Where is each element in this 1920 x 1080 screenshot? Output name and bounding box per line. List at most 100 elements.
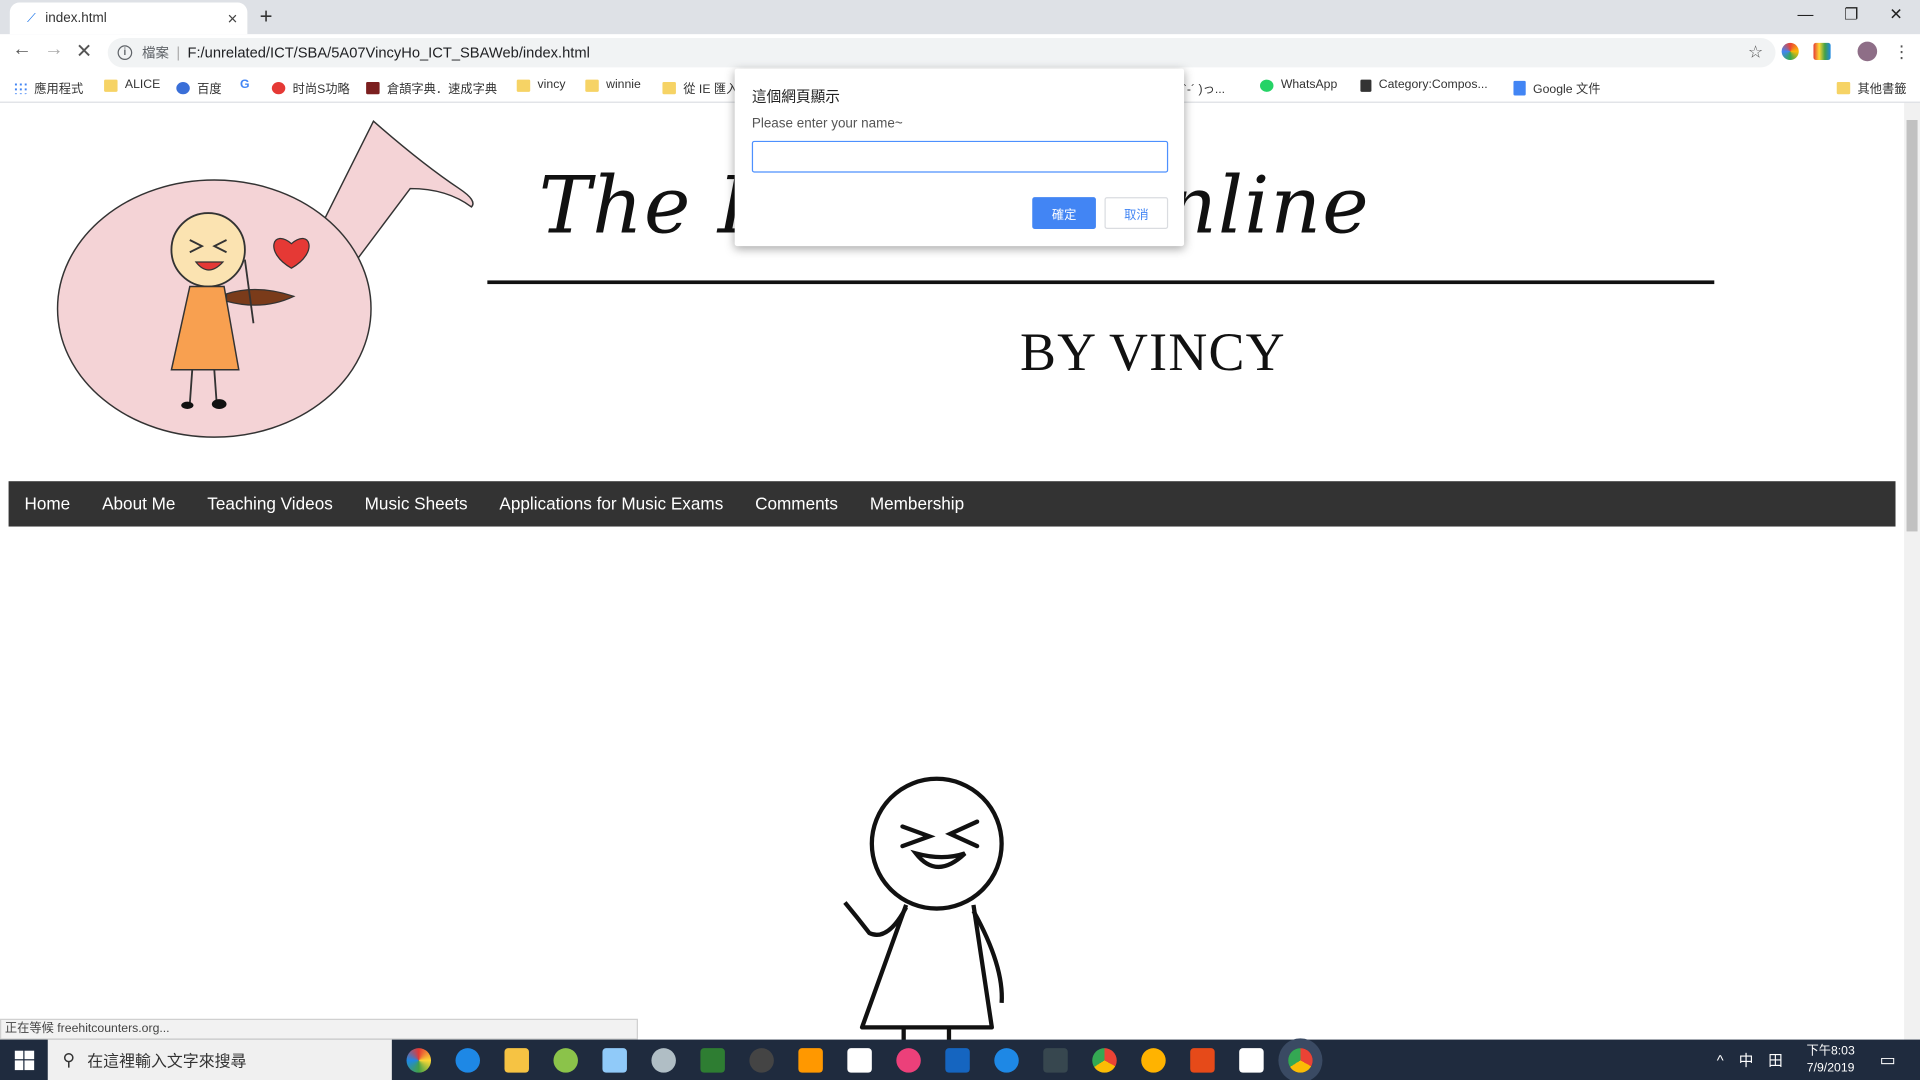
bookmark-google-docs[interactable]: Google 文件 <box>1513 78 1600 97</box>
new-tab-button[interactable]: + <box>260 4 273 30</box>
windows-start-icon[interactable] <box>14 1050 35 1071</box>
cancel-button[interactable]: 取消 <box>1104 197 1169 229</box>
app-icon-explorer[interactable] <box>504 1048 529 1073</box>
scrollbar-thumb[interactable] <box>1906 120 1918 532</box>
close-window-button[interactable]: ✕ <box>1889 5 1902 25</box>
app-icon-photos[interactable] <box>847 1048 872 1073</box>
app-icon-palette[interactable] <box>651 1048 676 1073</box>
tray-expand-icon[interactable]: ^ <box>1717 1040 1724 1080</box>
bookmark-emoticon[interactable]: `-´ )っ... <box>1183 78 1225 96</box>
main-nav: Home About Me Teaching Videos Music Shee… <box>8 481 1896 527</box>
ime-indicator[interactable]: 中 <box>1739 1040 1754 1080</box>
nav-comments[interactable]: Comments <box>739 481 854 526</box>
folder-icon <box>662 81 676 94</box>
nav-home[interactable]: Home <box>9 481 87 526</box>
nav-about-me[interactable]: About Me <box>86 481 191 526</box>
nav-music-sheets[interactable]: Music Sheets <box>349 481 484 526</box>
info-icon[interactable]: i <box>117 45 133 60</box>
app-icon-store[interactable] <box>1043 1048 1068 1073</box>
bookmark-google[interactable]: G <box>240 78 250 91</box>
name-input[interactable] <box>751 140 1169 173</box>
app-icon-calendar[interactable] <box>1239 1048 1264 1073</box>
back-icon[interactable]: ← <box>12 39 32 61</box>
bookmark-vincy[interactable]: vincy <box>516 78 565 92</box>
search-icon: ⚲ <box>62 1049 76 1069</box>
folder-icon <box>104 78 118 92</box>
app-icon-paint3d[interactable] <box>896 1048 921 1073</box>
app-icon-shield[interactable] <box>1190 1048 1215 1073</box>
app-icon-paint[interactable] <box>406 1048 432 1073</box>
stop-icon[interactable]: ✕ <box>76 39 92 63</box>
bookmark-other[interactable]: 其他書籤 <box>1836 78 1907 97</box>
loading-icon: ⟋ <box>26 11 36 26</box>
app-icon-ie[interactable] <box>455 1048 480 1073</box>
clock-date: 7/9/2019 <box>1806 1061 1855 1076</box>
tab-index[interactable]: ⟋ index.html × <box>9 2 248 35</box>
extension-palette-icon[interactable] <box>1813 42 1831 60</box>
search-placeholder: 在這裡輸入文字來搜尋 <box>87 1051 247 1071</box>
profile-avatar[interactable] <box>1857 41 1878 62</box>
app-icon-game[interactable] <box>1141 1048 1166 1073</box>
ok-button[interactable]: 確定 <box>1032 197 1096 229</box>
bookmark-cangjie[interactable]: 倉頡字典．速成字典 <box>366 78 497 97</box>
extension-color-icon[interactable] <box>1781 42 1799 60</box>
folder-icon <box>585 78 599 92</box>
logo-image <box>56 120 474 438</box>
taskbar-search[interactable]: ⚲ 在這裡輸入文字來搜尋 <box>47 1039 392 1080</box>
baidu-icon <box>176 81 190 94</box>
folder-icon <box>1836 81 1851 94</box>
address-bar[interactable]: i 檔案 | F:/unrelated/ICT/SBA/5A07VincyHo_… <box>107 37 1776 68</box>
apps-icon <box>13 81 27 94</box>
page-scrollbar[interactable] <box>1904 102 1920 1041</box>
nav-membership[interactable]: Membership <box>854 481 980 526</box>
keyboard-icon[interactable]: 田 <box>1768 1040 1783 1080</box>
stick-figure-image <box>843 776 1004 1041</box>
bookmark-alice[interactable]: ALICE <box>104 78 160 92</box>
bookmark-whatsapp[interactable]: WhatsApp <box>1260 78 1337 92</box>
clock[interactable]: 下午8:03 7/9/2019 <box>1800 1043 1861 1077</box>
app-icon-excel[interactable] <box>700 1048 725 1073</box>
site-icon <box>1360 78 1372 92</box>
bookmark-shishang[interactable]: 时尚S功略 <box>271 78 350 97</box>
tab-close-icon[interactable]: × <box>228 9 238 29</box>
app-icon-chrome[interactable] <box>1092 1048 1117 1073</box>
app-icon-sublime[interactable] <box>798 1048 823 1073</box>
url-separator: | <box>176 44 181 62</box>
site-icon <box>366 81 380 94</box>
bookmark-category[interactable]: Category:Compos... <box>1360 78 1488 92</box>
bookmark-apps[interactable]: 應用程式 <box>13 78 83 97</box>
forward-icon[interactable]: → <box>44 39 64 61</box>
app-icon-word[interactable] <box>945 1048 970 1073</box>
title-rule <box>487 280 1715 285</box>
bookmark-star-icon[interactable]: ☆ <box>1748 42 1763 63</box>
bookmark-winnie[interactable]: winnie <box>585 78 641 92</box>
folder-icon <box>516 78 531 92</box>
app-icon-chrome-active[interactable] <box>1288 1048 1313 1073</box>
whatsapp-icon <box>1260 78 1274 92</box>
notification-icon[interactable]: ▭ <box>1880 1040 1896 1080</box>
bookmark-ie-import[interactable]: 從 IE 匯入 <box>662 78 738 97</box>
url-scheme-label: 檔案 <box>142 46 169 62</box>
tab-strip: ⟋ index.html × + — ❐ ✕ <box>0 0 1920 35</box>
site-icon <box>271 81 286 94</box>
app-icon-notes[interactable] <box>602 1048 627 1073</box>
docs-icon <box>1513 80 1526 95</box>
prompt-dialog: 這個網頁顯示 Please enter your name~ 確定 取消 <box>734 68 1185 247</box>
google-icon: G <box>240 78 250 92</box>
browser-toolbar: ← → ✕ i 檔案 | F:/unrelated/ICT/SBA/5A07Vi… <box>0 34 1920 72</box>
minimize-button[interactable]: — <box>1798 5 1814 23</box>
status-bar: 正在等候 freehitcounters.org... <box>0 1018 638 1040</box>
restore-button[interactable]: ❐ <box>1844 5 1858 25</box>
bookmark-baidu[interactable]: 百度 <box>176 78 222 97</box>
nav-applications-music-exams[interactable]: Applications for Music Exams <box>483 481 739 526</box>
site-subtitle: BY VINCY <box>1020 322 1286 383</box>
url-text[interactable]: F:/unrelated/ICT/SBA/5A07VincyHo_ICT_SBA… <box>188 44 590 61</box>
tab-title: index.html <box>45 11 107 26</box>
menu-icon[interactable]: ⋮ <box>1893 42 1910 63</box>
windows-taskbar: ⚲ 在這裡輸入文字來搜尋 ^ 中 田 下午8:03 7/9/2019 ▭ <box>0 1039 1920 1080</box>
nav-teaching-videos[interactable]: Teaching Videos <box>191 481 348 526</box>
app-icon-musescore[interactable] <box>994 1048 1019 1073</box>
app-icon-media[interactable] <box>553 1048 578 1073</box>
dialog-message: Please enter your name~ <box>751 116 903 132</box>
app-icon-media-player[interactable] <box>749 1048 774 1073</box>
